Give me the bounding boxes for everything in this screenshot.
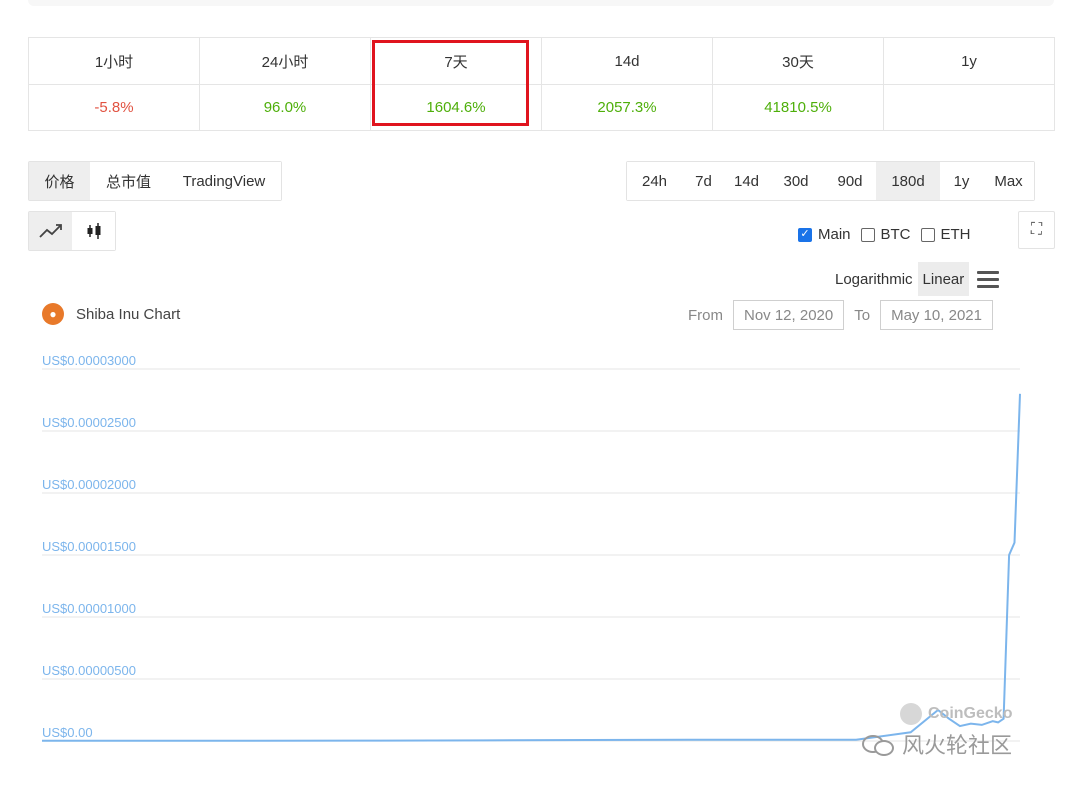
change-1y — [883, 84, 1055, 131]
line-chart-icon — [38, 224, 62, 238]
scale-linear[interactable]: Linear — [917, 262, 970, 296]
candlestick-icon — [87, 223, 100, 239]
price-change-value-row: -5.8% 96.0% 1604.6% 2057.3% 41810.5% — [28, 84, 1055, 131]
fullscreen-button[interactable]: ⛶ — [1018, 211, 1055, 249]
btc-checkbox[interactable] — [860, 227, 875, 242]
top-panel-edge — [28, 0, 1054, 6]
from-label: From — [688, 306, 723, 324]
header-1h: 1小时 — [28, 37, 200, 85]
scale-selector: Logarithmic Linear — [830, 262, 1000, 296]
header-7d: 7天 — [370, 37, 542, 85]
change-14d: 2057.3% — [541, 84, 713, 131]
eth-checkbox[interactable] — [920, 227, 935, 242]
header-14d: 14d — [541, 37, 713, 85]
tab-market-cap[interactable]: 总市值 — [90, 162, 167, 200]
hamburger-menu-icon[interactable] — [977, 270, 1000, 288]
expand-icon: ⛶ — [1030, 221, 1043, 238]
eth-label: ETH — [940, 226, 971, 243]
range-14d[interactable]: 14d — [725, 162, 768, 200]
tab-tradingview[interactable]: TradingView — [167, 162, 281, 200]
range-24h[interactable]: 24h — [627, 162, 682, 200]
chart-view-tabs: 价格 总市值 TradingView — [28, 161, 282, 201]
scale-logarithmic[interactable]: Logarithmic — [830, 262, 918, 296]
range-7d[interactable]: 7d — [682, 162, 725, 200]
coingecko-logo-icon — [900, 703, 922, 725]
coingecko-text: CoinGecko — [928, 705, 1013, 722]
header-30d: 30天 — [712, 37, 884, 85]
change-1h: -5.8% — [28, 84, 200, 131]
y-tick-label: US$0.00001500 — [42, 539, 136, 554]
to-label: To — [854, 306, 871, 324]
chart-title-text: Shiba Inu Chart — [76, 305, 181, 323]
candlestick-chart-button[interactable] — [72, 212, 115, 250]
y-tick-label: US$0.00002500 — [42, 415, 136, 430]
price-change-table: 1小时 24小时 7天 14d 30天 1y -5.8% 96.0% 1604.… — [28, 37, 1055, 131]
y-tick-label: US$0.00001000 — [42, 601, 136, 616]
main-label: Main — [818, 226, 851, 243]
range-max[interactable]: Max — [983, 162, 1034, 200]
price-series-line — [42, 393, 1021, 742]
chart-title: ● Shiba Inu Chart — [42, 303, 180, 325]
price-change-header-row: 1小时 24小时 7天 14d 30天 1y — [28, 37, 1055, 85]
range-1y[interactable]: 1y — [940, 162, 983, 200]
shiba-inu-icon: ● — [42, 303, 64, 325]
y-tick-label: US$0.00003000 — [42, 353, 136, 368]
tab-price[interactable]: 价格 — [29, 162, 90, 200]
coingecko-watermark: CoinGecko — [900, 703, 1012, 725]
change-24h: 96.0% — [199, 84, 371, 131]
change-7d: 1604.6% — [370, 84, 542, 131]
range-90d[interactable]: 90d — [824, 162, 876, 200]
y-tick-label: US$0.00000500 — [42, 663, 136, 678]
chart-type-tabs — [28, 211, 116, 251]
range-30d[interactable]: 30d — [768, 162, 824, 200]
wechat-watermark: 风火轮社区 — [862, 728, 1012, 760]
range-180d[interactable]: 180d — [876, 162, 940, 200]
compare-options: ✓ Main BTC ETH — [798, 226, 981, 243]
header-1y: 1y — [883, 37, 1055, 85]
btc-label: BTC — [880, 226, 911, 243]
time-range-tabs: 24h 7d 14d 30d 90d 180d 1y Max — [626, 161, 1035, 201]
wechat-watermark-text: 风火轮社区 — [902, 733, 1013, 758]
main-checkbox[interactable]: ✓ — [798, 227, 812, 242]
price-chart: US$0.00003000 US$0.00002500 US$0.00002000 U… — [42, 353, 1021, 742]
date-range-selector: From Nov 12, 2020 To May 10, 2021 — [688, 300, 1003, 330]
y-tick-label: US$0.00 — [42, 725, 93, 740]
line-chart-button[interactable] — [29, 212, 72, 250]
change-30d: 41810.5% — [712, 84, 884, 131]
header-24h: 24小时 — [199, 37, 371, 85]
from-date-input[interactable]: Nov 12, 2020 — [733, 300, 845, 330]
y-tick-label: US$0.00002000 — [42, 477, 136, 492]
to-date-input[interactable]: May 10, 2021 — [880, 300, 993, 330]
wechat-icon — [862, 733, 896, 756]
